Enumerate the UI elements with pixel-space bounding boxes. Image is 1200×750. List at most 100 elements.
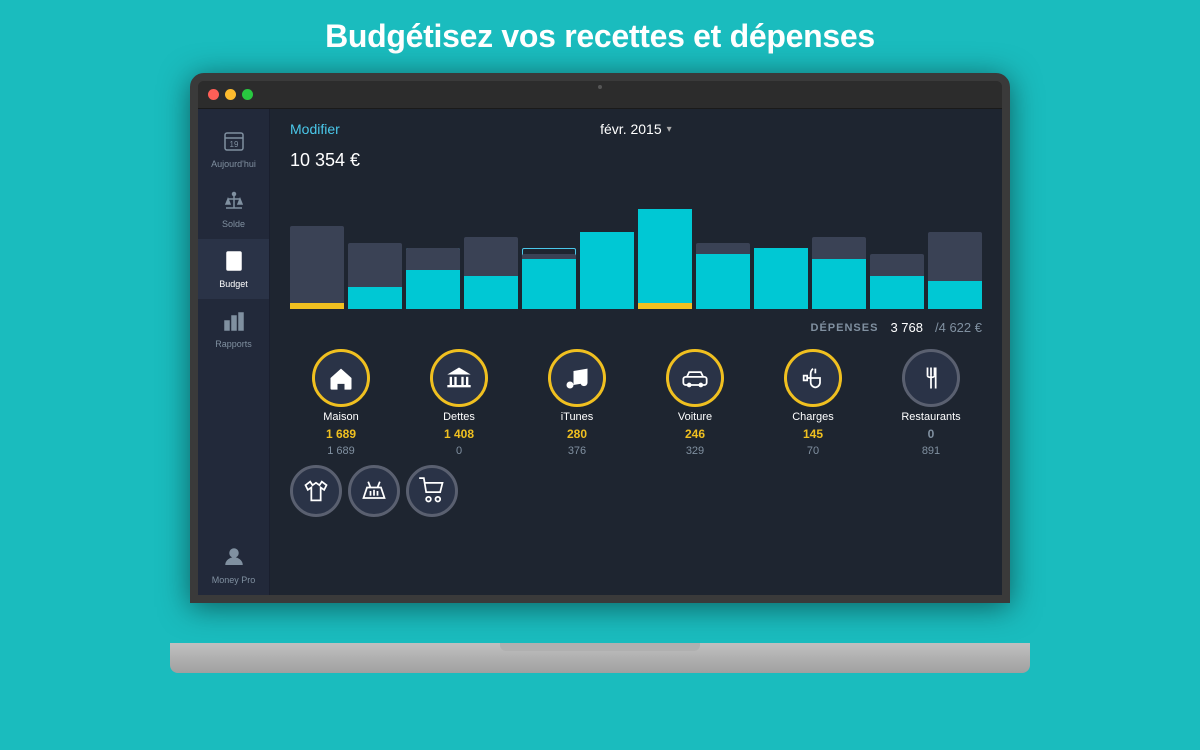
date-selector[interactable]: févr. 2015 ▾ [600,121,672,137]
category-circle-restaurants [902,349,960,407]
bar-dark [754,248,808,309]
category-circle-maison [312,349,370,407]
sidebar-item-solde[interactable]: Solde [198,179,269,239]
bar-dark [870,254,924,309]
bar-dark [812,237,866,309]
category-name-charges: Charges [792,411,834,423]
bar-group-5 [580,199,634,309]
category-item-itunes[interactable]: iTunes 280 376 [521,349,633,459]
category-spent-charges: 145 [803,427,823,441]
category-circle-charges [784,349,842,407]
depenses-spent: 3 768 [890,320,923,335]
sidebar-item-rapports[interactable]: Rapports [198,299,269,359]
bar-group-6 [638,199,692,309]
category-item-courses[interactable] [348,465,400,517]
categories-row2 [285,465,987,517]
current-date: févr. 2015 [600,121,662,137]
bar-cyan [406,270,460,309]
category-item-charges[interactable]: Charges 145 70 [757,349,869,459]
category-item-shopping[interactable] [406,465,458,517]
category-item-dettes[interactable]: Dettes 1 408 0 [403,349,515,459]
category-name-maison: Maison [323,411,358,423]
bar-cyan [580,232,634,309]
bar-group-8 [754,199,808,309]
chart-icon [222,309,246,336]
category-budget-restaurants: 891 [922,445,940,458]
sidebar: 19 Aujourd'hui Solde Budget [198,109,270,595]
bar-yellow [638,303,692,309]
category-spent-maison: 1 689 [326,427,356,441]
bar-group-4 [522,199,576,309]
category-spent-itunes: 280 [567,427,587,441]
sidebar-item-aujourdhui[interactable]: 19 Aujourd'hui [198,119,269,179]
laptop-hinge [500,643,700,651]
bar-cyan [522,259,576,309]
sidebar-label-solde: Solde [222,219,245,229]
bar-dark [348,243,402,309]
category-budget-voiture: 329 [686,445,704,458]
category-circle-shopping [406,465,458,517]
person-icon [222,545,246,572]
svg-text:19: 19 [229,140,238,149]
sidebar-item-moneypro[interactable]: Money Pro [198,535,269,595]
sidebar-label-aujourdhui: Aujourd'hui [211,159,256,169]
budget-icon [222,249,246,276]
category-name-itunes: iTunes [561,411,594,423]
category-item-restaurants[interactable]: Restaurants 0 891 [875,349,987,459]
minimize-button[interactable] [225,89,236,100]
modifier-button[interactable]: Modifier [290,121,340,137]
bar-cyan [754,248,808,309]
calendar-icon: 19 [222,129,246,156]
sidebar-label-moneypro: Money Pro [212,575,256,585]
chart-amount: 10 354 € [290,150,982,171]
bar-cyan [928,281,982,309]
laptop-screen: 19 Aujourd'hui Solde Budget [190,73,1010,603]
chart-container [290,179,982,309]
category-circle-courses [348,465,400,517]
sidebar-label-rapports: Rapports [215,339,252,349]
category-circle-itunes [548,349,606,407]
category-circle-vetements [290,465,342,517]
category-circle-dettes [430,349,488,407]
main-area: Modifier févr. 2015 ▾ 10 354 € [270,109,1002,595]
depenses-row: DÉPENSES 3 768 /4 622 € [270,314,1002,341]
depenses-total: /4 622 € [935,320,982,335]
category-item-voiture[interactable]: Voiture 246 329 [639,349,751,459]
bar-dark [290,226,344,303]
app-content: 19 Aujourd'hui Solde Budget [198,109,1002,595]
category-name-restaurants: Restaurants [901,411,960,423]
bar-group-3 [464,199,518,309]
category-item-maison[interactable]: Maison 1 689 1 689 [285,349,397,459]
category-budget-itunes: 376 [568,445,586,458]
bar-dark [580,265,634,309]
chart-section: 10 354 € [270,145,1002,314]
category-spent-dettes: 1 408 [444,427,474,441]
bar-group-0 [290,199,344,309]
bar-cyan [812,259,866,309]
category-budget-charges: 70 [807,445,819,458]
bar-group-9 [812,199,866,309]
bar-dark [696,243,750,309]
laptop-mockup: 19 Aujourd'hui Solde Budget [170,73,1030,673]
category-spent-restaurants: 0 [928,427,935,441]
bar-group-7 [696,199,750,309]
balance-icon [222,189,246,216]
laptop-base [170,643,1030,673]
app-header: Modifier févr. 2015 ▾ [270,109,1002,145]
maximize-button[interactable] [242,89,253,100]
bar-dark [638,264,692,303]
bar-yellow [290,303,344,309]
category-item-vetements[interactable] [290,465,342,517]
category-circle-voiture [666,349,724,407]
depenses-label: DÉPENSES [811,322,879,334]
category-name-dettes: Dettes [443,411,475,423]
sidebar-item-budget[interactable]: Budget [198,239,269,299]
bar-cyan [348,287,402,309]
categories-section: Maison 1 689 1 689 Dettes 1 408 0 iTunes… [270,341,1002,595]
bar-dark [928,232,982,309]
bar-group-11 [928,199,982,309]
close-button[interactable] [208,89,219,100]
category-name-voiture: Voiture [678,411,712,423]
category-budget-dettes: 0 [456,445,462,458]
sidebar-label-budget: Budget [219,279,248,289]
